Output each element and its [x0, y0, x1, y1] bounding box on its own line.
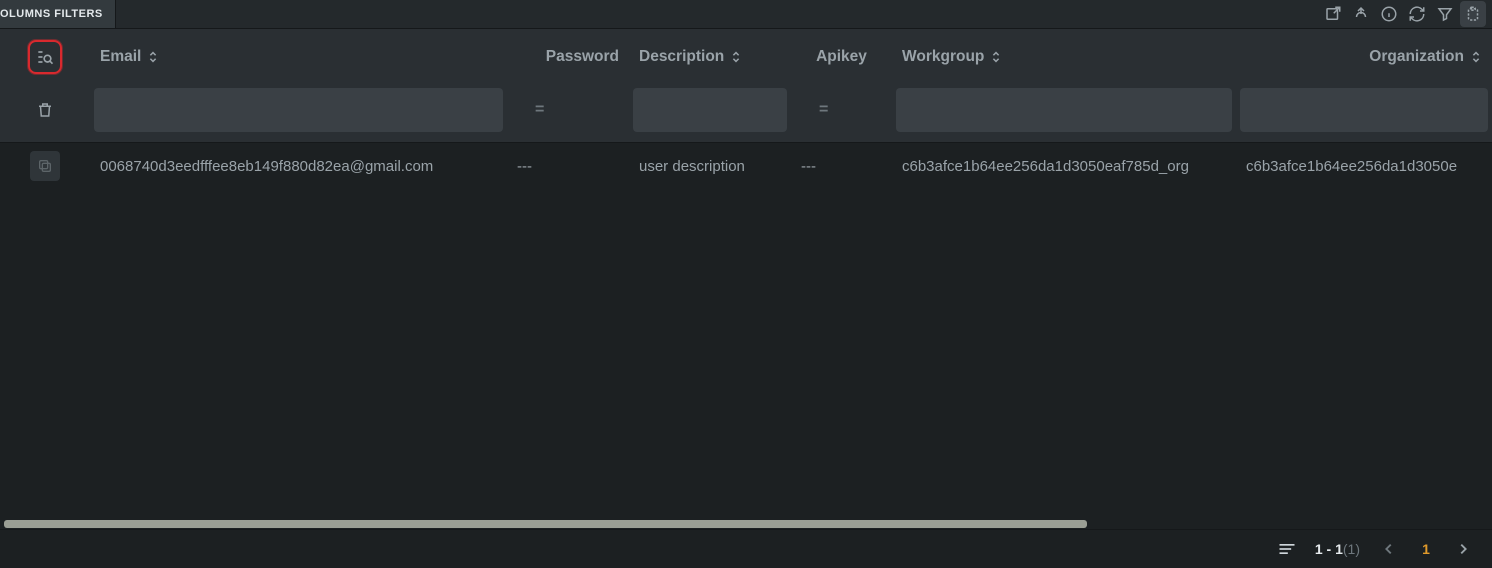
range-text: 1 - 1 — [1315, 541, 1343, 557]
header-label: Workgroup — [902, 48, 984, 66]
export-icon[interactable] — [1320, 1, 1346, 27]
filter-workgroup: = — [892, 85, 1236, 134]
pagination-footer: 1 - 1(1) 1 — [0, 529, 1492, 567]
header-label: Description — [639, 48, 724, 66]
filter-input-organization[interactable] — [1240, 88, 1488, 132]
cell-organization: c6b3afce1b64ee256da1d3050e — [1236, 158, 1492, 175]
header-label: Organization — [1369, 48, 1464, 66]
header-actions — [0, 29, 90, 85]
sort-icon — [730, 50, 742, 64]
filter-row: = = = = = — [0, 85, 1492, 143]
filter-apikey: = — [791, 85, 892, 134]
header-description[interactable]: Description — [629, 29, 791, 85]
header-label: Apikey — [816, 48, 867, 66]
clipboard-icon[interactable] — [1460, 1, 1486, 27]
header-workgroup[interactable]: Workgroup — [892, 29, 1236, 85]
sort-icon — [147, 50, 159, 64]
equals-icon: = — [511, 101, 544, 119]
tab-columns-filters[interactable]: OLUMNS FILTERS — [0, 0, 116, 28]
clear-filters-button[interactable] — [30, 95, 60, 125]
cell-text: c6b3afce1b64ee256da1d3050e — [1246, 158, 1457, 175]
scrollbar-thumb[interactable] — [4, 520, 1087, 528]
cell-password: --- — [507, 158, 629, 175]
header-organization[interactable]: Organization — [1236, 29, 1492, 85]
cell-workgroup: c6b3afce1b64ee256da1d3050eaf785d_org — [892, 158, 1236, 175]
sort-icon — [990, 50, 1002, 64]
page-number[interactable]: 1 — [1418, 541, 1434, 557]
pagination-range: 1 - 1(1) — [1315, 541, 1360, 557]
filter-input-description[interactable] — [633, 88, 787, 132]
header-email[interactable]: Email — [90, 29, 507, 85]
filter-organization: = — [1236, 85, 1492, 134]
header-label: Email — [100, 48, 141, 66]
filter-email: = — [90, 85, 507, 134]
cell-description: user description — [629, 158, 791, 175]
cell-text: --- — [801, 158, 816, 175]
sort-icon — [1470, 50, 1482, 64]
table-row[interactable]: 0068740d3eedfffee8eb149f880d82ea@gmail.c… — [0, 143, 1492, 189]
header-label: Password — [546, 48, 619, 66]
next-page-button[interactable] — [1452, 538, 1474, 560]
filter-actions — [0, 85, 90, 134]
horizontal-scrollbar[interactable] — [4, 519, 1488, 529]
filter-password: = — [507, 85, 629, 134]
prev-page-button[interactable] — [1378, 538, 1400, 560]
row-actions — [0, 151, 90, 181]
header-apikey: Apikey — [791, 29, 892, 85]
header-row: Email Password Description Apikey Workgr… — [0, 29, 1492, 85]
density-icon[interactable] — [1277, 542, 1297, 556]
copy-row-button[interactable] — [30, 151, 60, 181]
cell-text: 0068740d3eedfffee8eb149f880d82ea@gmail.c… — [100, 158, 433, 175]
cell-email: 0068740d3eedfffee8eb149f880d82ea@gmail.c… — [90, 158, 507, 175]
topbar-actions — [1320, 0, 1492, 28]
scrollbar-track — [4, 520, 1488, 528]
cell-text: c6b3afce1b64ee256da1d3050eaf785d_org — [902, 158, 1189, 175]
filter-input-workgroup[interactable] — [896, 88, 1232, 132]
refresh-icon[interactable] — [1404, 1, 1430, 27]
header-password: Password — [507, 29, 629, 85]
tab-label: OLUMNS FILTERS — [0, 8, 103, 20]
filter-input-email[interactable] — [94, 88, 503, 132]
cell-apikey: --- — [791, 158, 892, 175]
filter-description: = — [629, 85, 791, 134]
info-icon[interactable] — [1376, 1, 1402, 27]
upload-icon[interactable] — [1348, 1, 1374, 27]
topbar-left: OLUMNS FILTERS — [0, 0, 116, 28]
list-search-button[interactable] — [28, 40, 62, 74]
topbar: OLUMNS FILTERS — [0, 0, 1492, 29]
data-grid: Email Password Description Apikey Workgr… — [0, 29, 1492, 189]
total-text: (1) — [1343, 541, 1360, 557]
table-area: Email Password Description Apikey Workgr… — [0, 29, 1492, 529]
cell-text: user description — [639, 158, 745, 175]
filter-icon[interactable] — [1432, 1, 1458, 27]
equals-icon: = — [795, 101, 828, 119]
cell-text: --- — [517, 158, 532, 175]
